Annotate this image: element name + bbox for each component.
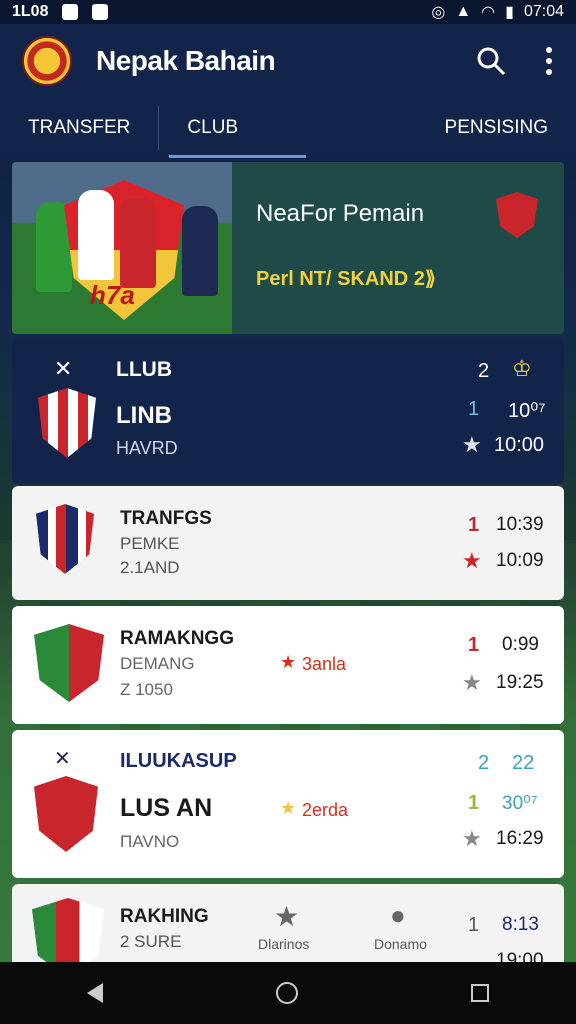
crossed-swords-icon: ✕ bbox=[54, 748, 71, 770]
card-count-top: 2 bbox=[478, 360, 490, 382]
back-icon[interactable] bbox=[86, 983, 103, 1003]
card-score: 30⁰⁷ bbox=[502, 793, 538, 814]
player-figure bbox=[182, 206, 218, 296]
search-icon[interactable] bbox=[476, 46, 506, 76]
card-time: 10:00 bbox=[494, 434, 545, 456]
status-left-text: 1L08 bbox=[12, 3, 49, 20]
card-score: 10:39 bbox=[496, 514, 544, 535]
card-count-mid: 1 bbox=[468, 634, 480, 656]
signal-icon: ▲ bbox=[455, 3, 472, 20]
club-card[interactable]: ✕ LLUB LINB HAVRD 2 ♔ 1 10⁰⁷ ★ 10:00 bbox=[12, 338, 564, 484]
card-score: 8:13 bbox=[502, 914, 539, 935]
banner-image: h7a bbox=[12, 162, 232, 334]
card-title: LUS AN bbox=[120, 794, 213, 822]
home-icon[interactable] bbox=[275, 982, 298, 1004]
app-bar: Nepak Bahain bbox=[0, 24, 576, 98]
star-icon[interactable]: ★ bbox=[462, 826, 482, 852]
card-score-top: 22 bbox=[512, 752, 535, 774]
app-title: Nepak Bahain bbox=[96, 45, 276, 76]
card-time: 10:09 bbox=[496, 550, 544, 571]
card-score: 10⁰⁷ bbox=[508, 400, 546, 422]
crossed-swords-icon: ✕ bbox=[54, 356, 73, 381]
card-subtitle: ΠAVNO bbox=[120, 832, 180, 851]
card-extra: Z 1050 bbox=[120, 680, 173, 699]
club-card[interactable]: RAKHING 2 SURE ★ Dlarinos ● Donamo 1 8:1… bbox=[12, 884, 564, 962]
player-figure bbox=[120, 198, 156, 288]
vibrate-icon: ◎ bbox=[431, 4, 446, 21]
card-score: 0:99 bbox=[502, 634, 539, 655]
app-notification-icon bbox=[92, 4, 109, 20]
card-top-label: LLUB bbox=[116, 358, 172, 381]
club-card[interactable]: RAMAKNGG DEMANG Z 1050 ★ 3anla 1 0:99 ★ … bbox=[12, 606, 564, 724]
app-logo bbox=[22, 36, 72, 86]
tab-transfer[interactable]: TRANSFER bbox=[0, 98, 158, 158]
player-figure bbox=[78, 190, 114, 280]
star-icon[interactable]: ★ bbox=[462, 432, 482, 458]
club-crest bbox=[32, 898, 104, 962]
club-crest bbox=[34, 776, 98, 852]
star-icon: ★ bbox=[280, 652, 297, 672]
card-tag: 3anla bbox=[302, 654, 347, 674]
club-crest bbox=[38, 388, 96, 458]
status-bar: 1L08 ◎ ▲ ◠ ▮ 07:04 bbox=[0, 0, 576, 24]
club-card[interactable]: TRANFGS PEMKE 2.1AND 1 10:39 ★ 10:09 bbox=[12, 486, 564, 600]
wifi-icon: ◠ bbox=[481, 4, 496, 21]
card-count-mid: 1 bbox=[468, 914, 480, 936]
tab-bar: TRANSFER CLUB PENSISING bbox=[0, 98, 576, 158]
card-time: 16:29 bbox=[496, 828, 544, 849]
card-subtitle: PEMKE bbox=[120, 534, 180, 553]
card-title: RAKHING bbox=[120, 906, 209, 927]
card-top-label: ILUUKASUP bbox=[120, 750, 237, 772]
club-crest bbox=[36, 504, 94, 574]
more-options-icon[interactable] bbox=[544, 46, 554, 76]
card-extra: 2.1AND bbox=[120, 558, 180, 577]
card-count-top: 2 bbox=[478, 752, 490, 774]
banner-subtitle: Perl NT/ SKAND 2⟫ bbox=[256, 268, 437, 290]
card-title: TRANFGS bbox=[120, 508, 212, 529]
club-crest bbox=[34, 624, 104, 702]
profile-icon[interactable]: ● bbox=[390, 900, 406, 931]
card-subtitle: DEMANG bbox=[120, 654, 195, 673]
club-card[interactable]: ✕ ILUUKASUP LUS AN ΠAVNO ★ 2erda 2 22 1 … bbox=[12, 730, 564, 878]
tab-pensising[interactable]: PENSISING bbox=[417, 98, 576, 158]
star-icon[interactable]: ★ bbox=[462, 548, 482, 574]
club-badge-icon bbox=[496, 192, 538, 238]
nav-label-1[interactable]: Dlarinos bbox=[258, 936, 309, 952]
battery-icon: ▮ bbox=[505, 4, 514, 21]
card-count-mid: 1 bbox=[468, 792, 480, 814]
star-icon: ★ bbox=[280, 798, 297, 818]
card-time: 19:25 bbox=[496, 672, 544, 693]
status-time: 07:04 bbox=[523, 3, 564, 20]
nav-label-2[interactable]: Donamo bbox=[374, 936, 427, 952]
card-subtitle: HAVRD bbox=[116, 438, 178, 458]
card-count-mid: 1 bbox=[468, 514, 480, 536]
trophy-icon: ♔ bbox=[512, 356, 532, 381]
recent-apps-icon[interactable] bbox=[471, 984, 490, 1002]
system-nav-bar bbox=[0, 962, 576, 1024]
notification-icon bbox=[62, 4, 79, 20]
card-title: LINB bbox=[116, 402, 172, 429]
tab-club[interactable]: CLUB bbox=[159, 98, 306, 158]
card-title: RAMAKNGG bbox=[120, 628, 234, 649]
featured-banner[interactable]: h7a NeaFor Pemain Perl NT/ SKAND 2⟫ bbox=[12, 162, 564, 334]
star-nav-icon[interactable]: ★ bbox=[274, 900, 299, 933]
star-icon[interactable]: ★ bbox=[462, 670, 482, 696]
card-tag: 2erda bbox=[302, 800, 349, 820]
card-time: 19:00 bbox=[496, 950, 544, 962]
card-subtitle: 2 SURE bbox=[120, 932, 182, 951]
card-count-mid: 1 bbox=[468, 398, 480, 420]
